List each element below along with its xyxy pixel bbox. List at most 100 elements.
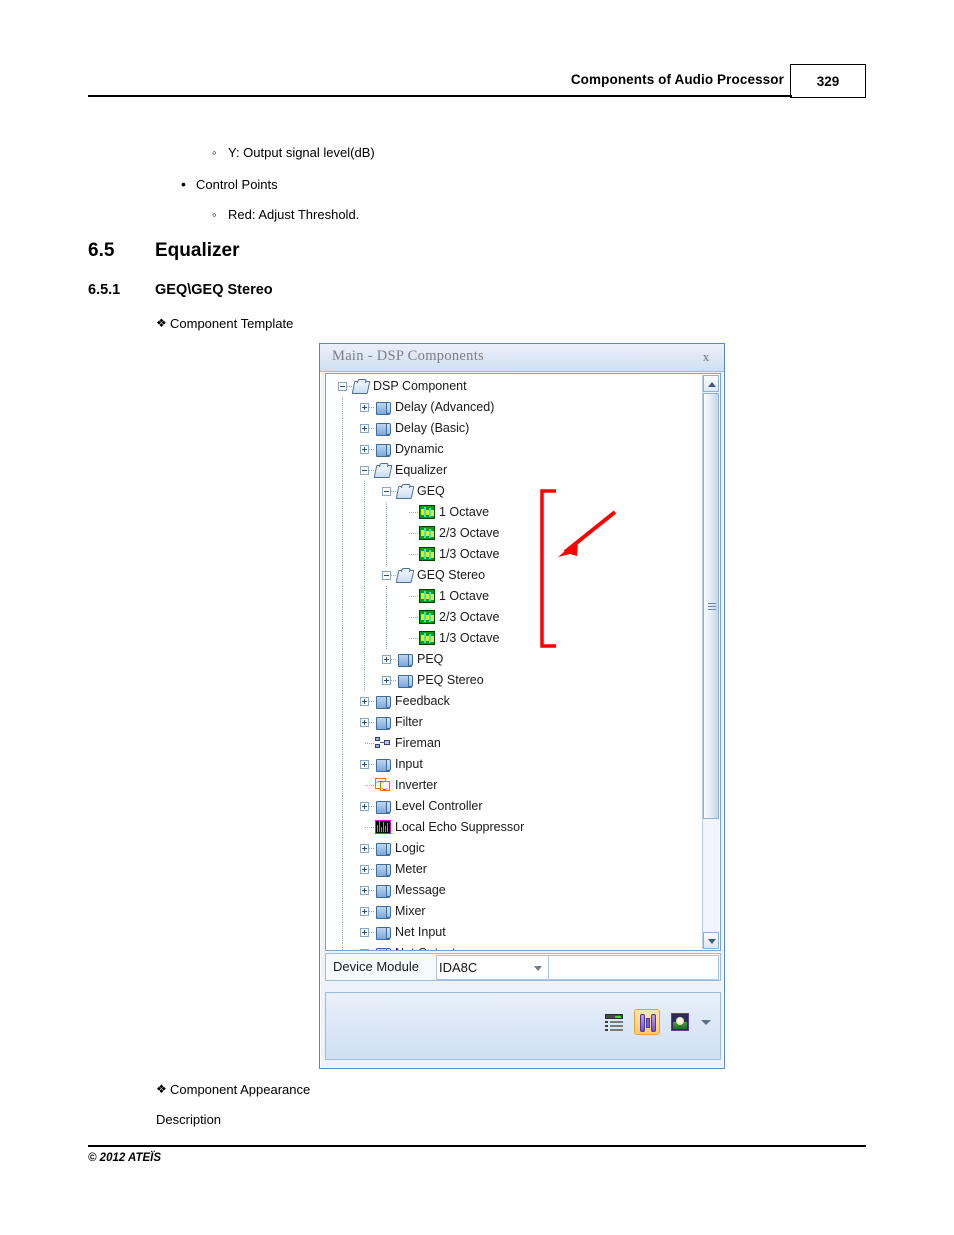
tree-item[interactable]: Meter bbox=[326, 859, 700, 880]
tree-expander[interactable] bbox=[382, 676, 391, 685]
footer-rule bbox=[88, 1145, 866, 1147]
tree-item-label: PEQ Stereo bbox=[417, 673, 484, 687]
folder-closed-icon bbox=[375, 715, 391, 730]
tree-item[interactable]: 1 Octave bbox=[326, 586, 700, 607]
tree-item-label: 1 Octave bbox=[439, 505, 490, 519]
tree-expander[interactable] bbox=[382, 571, 391, 580]
tree-expander[interactable] bbox=[360, 844, 369, 853]
details-view-icon[interactable] bbox=[601, 1009, 627, 1035]
scroll-up-icon[interactable] bbox=[703, 375, 719, 392]
tree-item[interactable]: Message bbox=[326, 880, 700, 901]
tree-item-label: Equalizer bbox=[395, 463, 448, 477]
tree-scrollbar[interactable] bbox=[702, 375, 719, 949]
tree-item[interactable]: Net Output bbox=[326, 943, 700, 950]
tree-item-label: Meter bbox=[395, 862, 427, 876]
tree-item-label: Level Controller bbox=[395, 799, 483, 813]
equalizer-icon bbox=[419, 589, 435, 603]
dialog-title: Main - DSP Components bbox=[332, 348, 484, 364]
tree-item[interactable]: Mixer bbox=[326, 901, 700, 922]
equalizer-icon bbox=[419, 631, 435, 645]
folder-closed-icon bbox=[375, 421, 391, 436]
tree-item-label: GEQ Stereo bbox=[417, 568, 486, 582]
tree-item-label: Feedback bbox=[395, 694, 450, 708]
tree-item[interactable]: Net Input bbox=[326, 922, 700, 943]
tree-item[interactable]: Input bbox=[326, 754, 700, 775]
footer-copyright: © 2012 ATEÏS bbox=[88, 1152, 162, 1164]
tree-expander[interactable] bbox=[360, 466, 369, 475]
device-module-value: IDA8C bbox=[439, 960, 478, 975]
chevron-down-icon[interactable] bbox=[534, 966, 542, 971]
device-module-extra-field[interactable] bbox=[549, 955, 719, 980]
tree-expander[interactable] bbox=[360, 802, 369, 811]
component-tree-pane[interactable]: DSP Component Delay (Advanced) Delay (Basi… bbox=[325, 373, 721, 951]
component-tree[interactable]: DSP Component Delay (Advanced) Delay (Basi… bbox=[326, 376, 700, 950]
folder-closed-icon bbox=[375, 799, 391, 814]
tree-item[interactable]: PEQ bbox=[326, 649, 700, 670]
tree-item-label: Input bbox=[395, 757, 423, 771]
tree-expander[interactable] bbox=[382, 655, 391, 664]
tree-expander[interactable] bbox=[338, 382, 347, 391]
tree-item[interactable]: Feedback bbox=[326, 691, 700, 712]
thumbnail-view-icon[interactable] bbox=[667, 1009, 693, 1035]
tree-expander[interactable] bbox=[382, 487, 391, 496]
tree-item[interactable]: Dynamic bbox=[326, 439, 700, 460]
tree-item-label: Filter bbox=[395, 715, 423, 729]
folder-closed-icon bbox=[375, 757, 391, 772]
tree-item-label: 1/3 Octave bbox=[439, 631, 500, 645]
tree-item[interactable]: Filter bbox=[326, 712, 700, 733]
tree-item[interactable]: 2/3 Octave bbox=[326, 607, 700, 628]
folder-closed-icon bbox=[375, 862, 391, 877]
tree-expander[interactable] bbox=[360, 718, 369, 727]
tree-item[interactable]: Delay (Basic) bbox=[326, 418, 700, 439]
tree-expander[interactable] bbox=[360, 424, 369, 433]
tree-item[interactable]: Level Controller bbox=[326, 796, 700, 817]
scrollbar-thumb[interactable] bbox=[703, 393, 719, 819]
tree-item[interactable]: 1/3 Octave bbox=[326, 628, 700, 649]
folder-open-icon bbox=[373, 463, 393, 478]
tree-expander[interactable] bbox=[360, 403, 369, 412]
tree-item[interactable]: Delay (Advanced) bbox=[326, 397, 700, 418]
tree-expander[interactable] bbox=[360, 760, 369, 769]
chevron-down-icon[interactable] bbox=[700, 1016, 712, 1028]
local-echo-suppressor-icon bbox=[375, 820, 391, 834]
tree-item-label: Inverter bbox=[395, 778, 438, 792]
dialog-title-bar[interactable]: Main - DSP Components x bbox=[320, 344, 724, 372]
tree-expander[interactable] bbox=[360, 907, 369, 916]
tree-item-label: Dynamic bbox=[395, 442, 444, 456]
tree-item[interactable]: Logic bbox=[326, 838, 700, 859]
section-number: 6.5 bbox=[88, 240, 115, 261]
folder-closed-icon bbox=[375, 904, 391, 919]
folder-open-icon bbox=[395, 484, 415, 499]
scroll-down-icon[interactable] bbox=[703, 932, 719, 949]
equalizer-icon bbox=[419, 547, 435, 561]
device-module-label: Device Module bbox=[333, 959, 419, 974]
tree-item[interactable]: PEQ Stereo bbox=[326, 670, 700, 691]
tree-item[interactable]: Fireman bbox=[326, 733, 700, 754]
tree-expander[interactable] bbox=[360, 949, 369, 950]
panels-view-icon[interactable] bbox=[634, 1009, 660, 1035]
tree-item[interactable]: 1/3 Octave bbox=[326, 544, 700, 565]
tree-item[interactable]: Local Echo Suppressor bbox=[326, 817, 700, 838]
label-description: Description bbox=[156, 1112, 222, 1127]
device-module-select[interactable]: IDA8C bbox=[436, 955, 549, 980]
tree-item-label: Net Input bbox=[395, 925, 446, 939]
tree-expander[interactable] bbox=[360, 865, 369, 874]
page-header: Components of Audio Processor 329 bbox=[88, 62, 866, 104]
tree-item[interactable]: GEQ bbox=[326, 481, 700, 502]
equalizer-icon bbox=[419, 610, 435, 624]
tree-item[interactable]: Equalizer bbox=[326, 460, 700, 481]
tree-item[interactable]: 2/3 Octave bbox=[326, 523, 700, 544]
tree-item[interactable]: GEQ Stereo bbox=[326, 565, 700, 586]
tree-expander[interactable] bbox=[360, 886, 369, 895]
tree-expander[interactable] bbox=[360, 445, 369, 454]
bullet-red-threshold: Red: Adjust Threshold. bbox=[212, 207, 359, 222]
folder-closed-icon bbox=[375, 442, 391, 457]
tree-expander[interactable] bbox=[360, 928, 369, 937]
folder-closed-icon bbox=[375, 883, 391, 898]
tree-expander[interactable] bbox=[360, 697, 369, 706]
close-icon[interactable]: x bbox=[698, 349, 714, 365]
tree-item[interactable]: DSP Component bbox=[326, 376, 700, 397]
tree-item[interactable]: Inverter bbox=[326, 775, 700, 796]
tree-item[interactable]: 1 Octave bbox=[326, 502, 700, 523]
tree-item-label: 2/3 Octave bbox=[439, 610, 500, 624]
